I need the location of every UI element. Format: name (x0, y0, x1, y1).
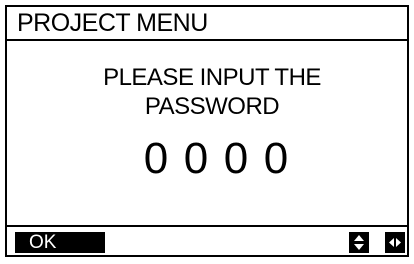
up-down-arrow-icon[interactable] (349, 232, 369, 253)
prompt-line-2: PASSWORD (144, 93, 280, 120)
password-digit-2[interactable]: 0 (183, 135, 209, 183)
title-bar: PROJECT MENU (7, 7, 407, 41)
page-title: PROJECT MENU (17, 9, 208, 37)
password-field[interactable]: 0 0 0 0 (143, 135, 289, 183)
left-right-arrow-icon[interactable] (385, 232, 405, 253)
password-digit-4[interactable]: 0 (263, 135, 289, 183)
password-digit-1[interactable]: 0 (143, 135, 169, 183)
footer-divider (7, 225, 407, 227)
prompt-line-1: PLEASE INPUT THE (103, 64, 321, 91)
ok-button[interactable]: OK (15, 232, 105, 253)
password-digit-3[interactable]: 0 (223, 135, 249, 183)
controller-screen: PROJECT MENU PLEASE INPUT THE PASSWORD 0… (5, 5, 409, 257)
password-prompt: PLEASE INPUT THE PASSWORD (67, 63, 357, 121)
